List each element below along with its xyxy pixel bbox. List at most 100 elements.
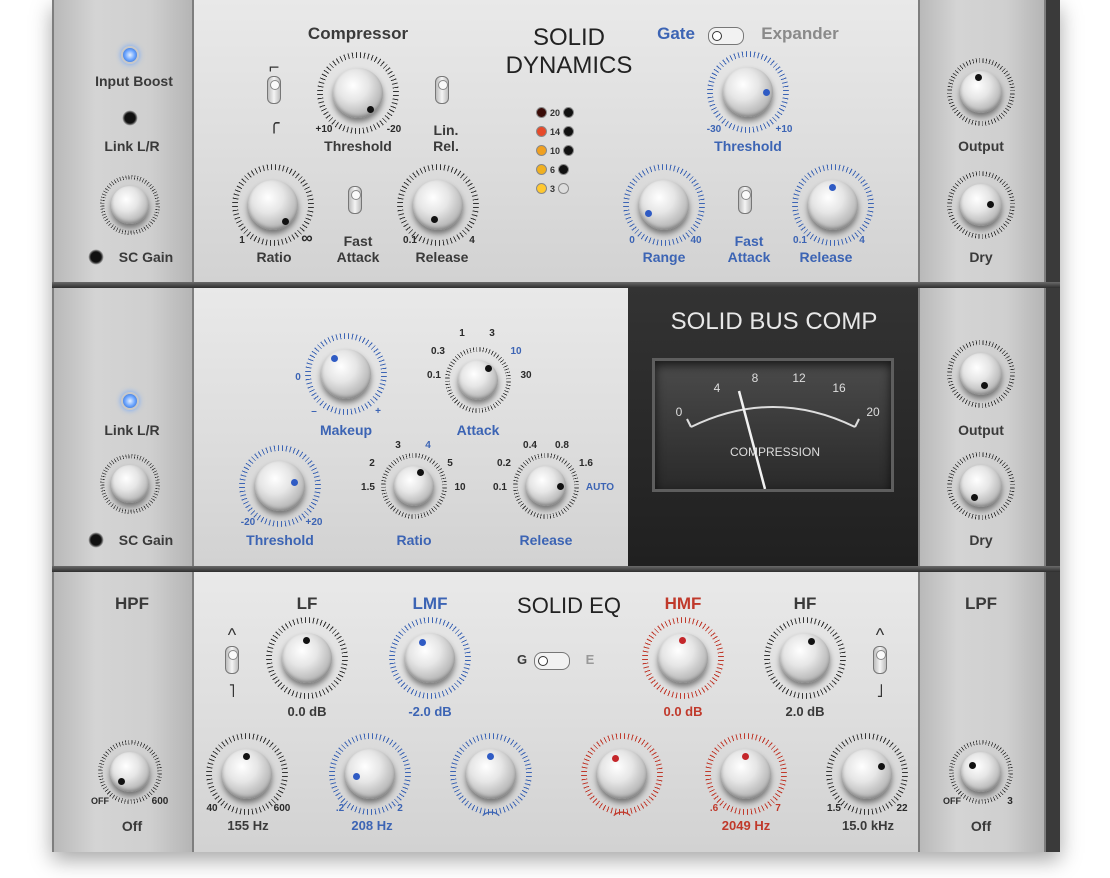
hmf-freq-max: 7: [775, 803, 781, 814]
eq-hpf-panel: [52, 572, 194, 852]
buscomp-sc-gain-label: SC Gain: [118, 532, 174, 548]
gate-release-min: 0.1: [793, 235, 807, 246]
attack-tick: 0.3: [431, 346, 445, 357]
attack-tick: 10: [510, 346, 522, 357]
hmf-freq-min: .6: [709, 803, 719, 814]
attack-tick: 1: [459, 328, 465, 339]
comp-threshold-label: Threshold: [324, 138, 392, 154]
lf-freq-value: 155 Hz: [227, 818, 269, 833]
hf-shape-toggle[interactable]: [873, 646, 887, 674]
attack-tick: 0.1: [427, 370, 441, 381]
buscomp-sc-gain-knob[interactable]: [100, 454, 160, 514]
buscomp-link-lr-led-button[interactable]: [121, 392, 139, 410]
lmf-freq-max: 2: [397, 803, 403, 814]
makeup-plus: +: [375, 406, 381, 417]
hf-shelf-shape-icon: ˩: [876, 681, 884, 701]
gate-expander-switch[interactable]: [708, 27, 744, 45]
sc-gain-button[interactable]: [88, 249, 104, 265]
release-tick: 1.6: [579, 458, 593, 469]
hpf-value: Off: [121, 818, 143, 834]
eq-lpf-panel: [918, 572, 1046, 852]
curve-soft-icon: ╭: [268, 113, 280, 133]
makeup-knob[interactable]: [305, 333, 387, 415]
vu-scale-label: 8: [751, 371, 759, 385]
release-tick: 0.4: [523, 440, 537, 451]
hpf-min: OFF: [91, 796, 109, 806]
buscomp-ratio-label: Ratio: [396, 532, 432, 548]
lf-label: LF: [296, 594, 318, 613]
buscomp-release-knob[interactable]: [513, 453, 579, 519]
dynamics-output-knob[interactable]: [947, 58, 1015, 126]
makeup-minus: –: [311, 406, 317, 417]
lf-freq-max: 600: [273, 803, 291, 814]
buscomp-output-knob[interactable]: [947, 340, 1015, 408]
lf-shape-toggle[interactable]: [225, 646, 239, 674]
lin-rel-toggle[interactable]: [435, 76, 449, 104]
attack-tick: 3: [489, 328, 495, 339]
comp-ratio-min: 1: [239, 235, 245, 246]
buscomp-sc-gain-button[interactable]: [88, 532, 104, 548]
lf-gain-value: 0.0 dB: [287, 704, 327, 719]
compressor-title: Compressor: [307, 24, 409, 43]
compressor-threshold-knob[interactable]: [317, 52, 399, 134]
meter-value: 6: [550, 164, 556, 175]
sc-gain-knob[interactable]: [100, 175, 160, 235]
comp-ratio-label: Ratio: [256, 249, 292, 265]
link-lr-button[interactable]: [122, 110, 138, 126]
buscomp-link-lr-label: Link L/R: [104, 422, 160, 438]
fast-attack-toggle[interactable]: [348, 186, 362, 214]
vu-scale-label: 20: [866, 405, 880, 419]
gate-threshold-max: +10: [775, 124, 793, 135]
vu-scale-label: 12: [792, 371, 806, 385]
dynamics-dry-label: Dry: [969, 249, 993, 265]
buscomp-dry-knob[interactable]: [947, 452, 1015, 520]
hpf-knob[interactable]: [98, 740, 162, 804]
buscomp-threshold-label: Threshold: [246, 532, 314, 548]
lf-shelf-shape-icon: ˥: [228, 681, 236, 701]
buscomp-threshold-knob[interactable]: [239, 445, 321, 527]
eq-title: SOLID EQ: [517, 593, 621, 618]
gate-threshold-knob[interactable]: [707, 51, 789, 133]
makeup-label: Makeup: [319, 422, 373, 438]
attack-knob[interactable]: [445, 347, 511, 413]
gate-threshold-label: Threshold: [714, 138, 782, 154]
link-lr-label: Link L/R: [104, 138, 160, 154]
lpf-label: LPF: [964, 594, 998, 613]
meter-value: 20: [550, 107, 561, 118]
solid-dynamics-section: Input Boost Link L/R SC Gain Compressor …: [52, 0, 1060, 284]
buscomp-release-label: Release: [519, 532, 573, 548]
lf-gain-knob[interactable]: [266, 617, 348, 699]
knee-toggle[interactable]: [267, 76, 281, 104]
hmf-gain-value: 0.0 dB: [663, 704, 703, 719]
hpf-label: HPF: [115, 594, 149, 613]
compressor-release-knob[interactable]: [397, 164, 479, 246]
hmf-gain-knob[interactable]: [642, 617, 724, 699]
lmf-gain-knob[interactable]: [389, 617, 471, 699]
buscomp-main-panel: [194, 288, 628, 566]
dynamics-dry-knob[interactable]: [947, 171, 1015, 239]
lmf-gain-value: -2.0 dB: [408, 704, 452, 719]
gate-release-knob[interactable]: [792, 164, 874, 246]
hmf-q-knob[interactable]: [581, 733, 663, 815]
release-tick: 0.1: [493, 482, 507, 493]
release-tick: 0.8: [555, 440, 569, 451]
hf-gain-knob[interactable]: [764, 617, 846, 699]
meter-value: 14: [550, 126, 561, 137]
lpf-knob[interactable]: [949, 740, 1013, 804]
comp-threshold-max: -20: [386, 124, 402, 135]
meter-value: 10: [550, 145, 561, 156]
eq-mode-switch[interactable]: [534, 652, 570, 670]
lmf-freq-value: 208 Hz: [351, 818, 393, 833]
vu-meter: 0 4 8 12 16 20 COMPRESSION: [652, 358, 894, 492]
switch-e-label: E: [585, 652, 595, 667]
gate-range-knob[interactable]: [623, 164, 705, 246]
vu-compression-label: COMPRESSION: [729, 445, 821, 459]
lpf-min: OFF: [943, 796, 961, 806]
gate-fast-attack-toggle[interactable]: [738, 186, 752, 214]
solid-eq-section: HPF OFF 600 Off LF LMF SOLID EQ HMF HF ^…: [52, 572, 1060, 852]
comp-threshold-min: +10: [315, 124, 333, 135]
lmf-q-knob[interactable]: [450, 733, 532, 815]
lpf-value: Off: [970, 818, 992, 834]
buscomp-ratio-knob[interactable]: [381, 453, 447, 519]
input-boost-led-button[interactable]: [121, 46, 139, 64]
